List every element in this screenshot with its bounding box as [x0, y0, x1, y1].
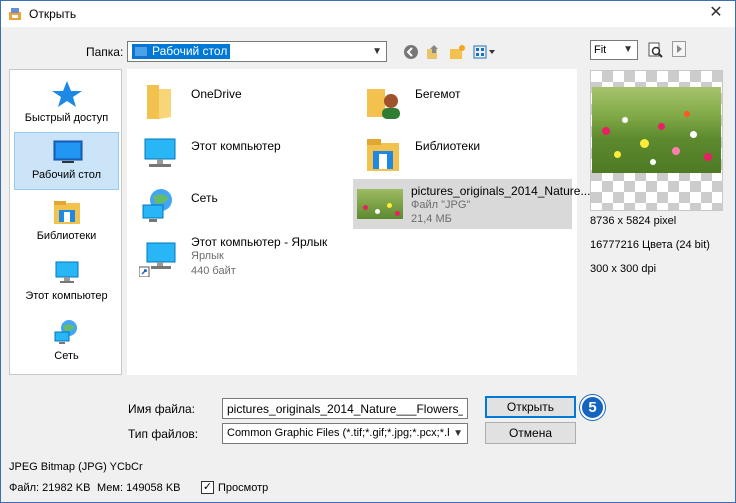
step-badge: 5: [580, 395, 605, 420]
file-name: Этот компьютер - Ярлык: [191, 235, 328, 249]
file-name: Библиотеки: [415, 139, 481, 153]
file-name: Сеть: [191, 191, 218, 205]
memory-info: Мем: 149058 KB: [97, 482, 181, 494]
place-libraries[interactable]: Библиотеки: [14, 194, 119, 252]
window-title: Открыть: [29, 7, 77, 21]
desktop-mini-icon: [134, 46, 148, 57]
preview-checkbox-label: Просмотр: [218, 482, 269, 494]
libraries-icon: [367, 139, 399, 171]
preview-checkbox[interactable]: ✓: [201, 481, 214, 494]
file-type: Ярлык: [191, 250, 224, 262]
file-list: OneDrive Бегемот Этот компьютер Библиоте…: [127, 69, 590, 375]
new-folder-icon[interactable]: [448, 43, 466, 61]
filetype-label: Тип файлов:: [128, 427, 199, 441]
list-item-selected[interactable]: pictures_originals_2014_Nature... Файл "…: [353, 179, 590, 229]
preview-image: [592, 87, 721, 173]
place-desktop[interactable]: Рабочий стол: [14, 132, 119, 190]
folder-icon: [147, 85, 171, 119]
network-icon: [54, 320, 77, 344]
file-size-info: Файл: 21982 KB: [9, 482, 91, 494]
shortcut-icon: [139, 242, 176, 277]
chevron-down-icon: ▼: [623, 44, 633, 55]
file-name: Бегемот: [415, 87, 461, 101]
list-item[interactable]: Сеть: [133, 181, 353, 229]
network-icon: [142, 189, 172, 222]
file-size: 21,4 МБ: [411, 213, 452, 225]
format-info: JPEG Bitmap (JPG) YCbCr: [9, 461, 143, 473]
folder-value-text: Рабочий стол: [152, 44, 228, 58]
image-colors: 16777216 Цвета (24 bit): [590, 239, 710, 251]
folder-label: Папка:: [86, 45, 124, 59]
list-item[interactable]: Этот компьютер: [133, 129, 353, 177]
play-icon[interactable]: [672, 41, 686, 57]
cancel-button[interactable]: Отмена: [485, 422, 576, 444]
filename-field[interactable]: pictures_originals_2014_Nature___Flowers…: [222, 398, 468, 419]
computer-icon: [55, 261, 79, 283]
view-menu-icon[interactable]: [472, 43, 498, 61]
place-this-pc[interactable]: Этот компьютер: [14, 254, 119, 312]
list-item[interactable]: Бегемот: [357, 77, 572, 125]
computer-icon: [144, 138, 176, 167]
filetype-value: Common Graphic Files (*.tif;*.gif;*.jpg;…: [227, 427, 449, 439]
list-item[interactable]: Этот компьютер - Ярлык Ярлык 440 байт: [133, 233, 353, 285]
title-bar: Открыть ✕: [1, 1, 735, 27]
place-label: Этот компьютер: [25, 290, 108, 302]
place-label: Быстрый доступ: [24, 112, 109, 124]
image-thumbnail: [357, 189, 403, 219]
place-label: Библиотеки: [36, 230, 97, 242]
file-name: pictures_originals_2014_Nature...: [411, 184, 591, 198]
up-folder-icon[interactable]: [424, 43, 442, 61]
file-name: OneDrive: [191, 87, 242, 101]
folder-value: Рабочий стол: [132, 44, 231, 59]
place-network[interactable]: Сеть: [14, 314, 119, 372]
zoom-value: Fit: [594, 44, 607, 56]
back-icon[interactable]: [402, 43, 420, 61]
place-quick-access[interactable]: Быстрый доступ: [14, 76, 119, 134]
user-folder-icon: [367, 89, 400, 119]
file-size: 440 байт: [191, 265, 236, 277]
filetype-select[interactable]: Common Graphic Files (*.tif;*.gif;*.jpg;…: [222, 423, 468, 444]
app-icon: [9, 8, 21, 20]
libraries-icon: [54, 201, 80, 224]
star-icon: [52, 81, 82, 107]
chevron-down-icon: ▼: [372, 46, 382, 57]
zoom-combo[interactable]: Fit ▼: [590, 40, 638, 60]
filename-value: pictures_originals_2014_Nature___Flowers…: [227, 402, 463, 416]
image-dpi: 300 x 300 dpi: [590, 263, 657, 275]
close-icon[interactable]: ✕: [701, 2, 731, 24]
list-item[interactable]: Библиотеки: [357, 129, 572, 177]
folder-combo[interactable]: Рабочий стол ▼: [127, 41, 387, 62]
file-type: Файл "JPG": [411, 199, 471, 211]
chevron-down-icon: ▼: [453, 428, 463, 439]
zoom-preview-icon[interactable]: [646, 41, 664, 59]
filename-label: Имя файла:: [128, 402, 195, 416]
desktop-icon: [53, 140, 83, 163]
preview-pane: [590, 70, 723, 211]
open-dialog: Открыть ✕ Папка: Рабочий стол ▼ Fit ▼ Бы…: [0, 0, 736, 503]
list-item[interactable]: OneDrive: [133, 77, 353, 125]
image-dimensions: 8736 x 5824 pixel: [590, 215, 677, 227]
place-label: Сеть: [54, 350, 79, 362]
place-label: Рабочий стол: [31, 169, 102, 181]
open-button[interactable]: Открыть: [485, 396, 576, 418]
places-bar: Быстрый доступ Рабочий стол Библиотеки Э…: [9, 69, 122, 375]
file-name: Этот компьютер: [191, 139, 281, 153]
